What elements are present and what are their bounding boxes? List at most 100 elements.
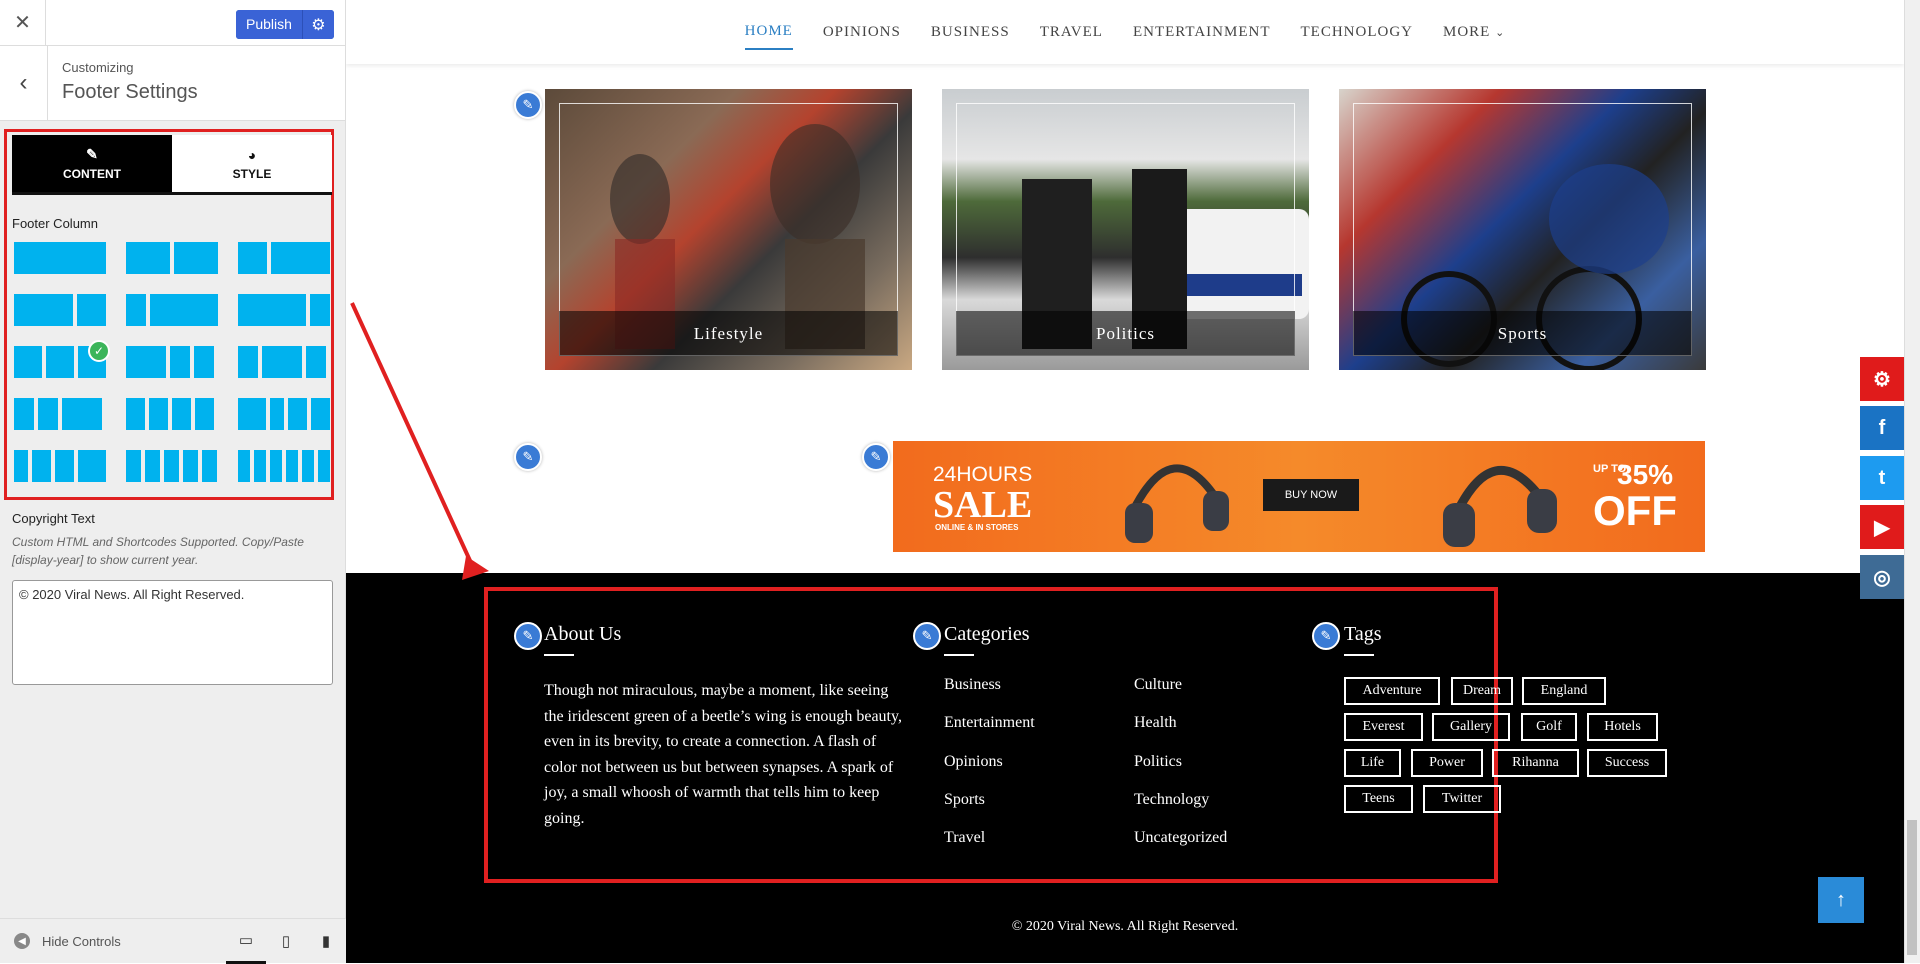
category-card-lifestyle[interactable]: Lifestyle xyxy=(545,89,912,370)
category-card-sports[interactable]: Sports xyxy=(1339,89,1706,370)
site-footer: ✎ About Us Though not miraculous, maybe … xyxy=(346,573,1904,963)
panel-title: Footer Settings xyxy=(62,81,198,104)
site-preview: HOME OPINIONS BUSINESS TRAVEL ENTERTAINM… xyxy=(346,0,1904,963)
youtube-icon[interactable]: ▶ xyxy=(1860,505,1904,549)
tag-link[interactable]: Golf xyxy=(1521,713,1577,741)
nav-entertainment[interactable]: ENTERTAINMENT xyxy=(1133,16,1271,49)
layout-option-2[interactable] xyxy=(124,240,220,276)
tag-link[interactable]: Life xyxy=(1344,749,1401,777)
edit-shortcut-icon[interactable]: ✎ xyxy=(1312,622,1340,650)
publish-label[interactable]: Publish xyxy=(236,10,302,39)
nav-business[interactable]: BUSINESS xyxy=(931,16,1010,49)
publish-button[interactable]: Publish ⚙ xyxy=(236,10,334,39)
about-text: Though not miraculous, maybe a moment, l… xyxy=(544,678,904,831)
layout-option-13[interactable] xyxy=(12,448,108,484)
footer-column-label: Footer Column xyxy=(12,216,98,231)
settings-icon[interactable]: ⚙ xyxy=(1860,357,1904,401)
layout-option-12[interactable] xyxy=(236,396,332,432)
layout-option-4[interactable] xyxy=(12,292,108,328)
edit-shortcut-icon[interactable]: ✎ xyxy=(862,443,890,471)
hide-controls-button[interactable]: ◀ Hide Controls xyxy=(0,933,226,949)
footer-category-link[interactable]: Uncategorized xyxy=(1134,829,1227,847)
mobile-preview-icon[interactable]: ▮ xyxy=(306,919,346,964)
tag-link[interactable]: Rihanna xyxy=(1492,749,1579,777)
layout-option-10[interactable] xyxy=(12,396,108,432)
close-icon[interactable]: ✕ xyxy=(0,0,46,46)
back-arrow-icon[interactable]: ‹ xyxy=(0,46,48,120)
layout-option-11[interactable] xyxy=(124,396,220,432)
customizer-topbar: ✕ Publish ⚙ xyxy=(0,0,345,46)
sale-banner-ad[interactable]: 24HOURS SALE ONLINE & IN STORES BUY NOW … xyxy=(893,441,1705,552)
nav-technology[interactable]: TECHNOLOGY xyxy=(1301,16,1414,49)
footer-category-link[interactable]: Sports xyxy=(944,791,985,809)
tab-style-label: STYLE xyxy=(233,167,272,181)
footer-category-link[interactable]: Health xyxy=(1134,714,1177,732)
tablet-preview-icon[interactable]: ▯ xyxy=(266,919,306,964)
category-label: Sports xyxy=(1353,311,1692,356)
layout-option-15[interactable] xyxy=(236,448,332,484)
about-title: About Us xyxy=(544,623,621,656)
panel-tabs: ✎ CONTENT ◕ STYLE xyxy=(12,135,332,195)
layout-option-14[interactable] xyxy=(124,448,220,484)
ad-line2: SALE xyxy=(933,483,1032,527)
tags-title: Tags xyxy=(1344,623,1381,656)
buy-now-button[interactable]: BUY NOW xyxy=(1263,479,1359,511)
copyright-help-text: Custom HTML and Shortcodes Supported. Co… xyxy=(12,533,322,569)
layout-option-8[interactable] xyxy=(124,344,220,380)
tag-link[interactable]: Gallery xyxy=(1432,713,1510,741)
tag-link[interactable]: Hotels xyxy=(1587,713,1658,741)
edit-shortcut-icon[interactable]: ✎ xyxy=(514,91,542,119)
layout-option-7-selected[interactable]: ✓ xyxy=(12,344,108,380)
tag-link[interactable]: Teens xyxy=(1344,785,1413,813)
nav-more[interactable]: MORE ⌄ xyxy=(1443,16,1505,49)
footer-category-link[interactable]: Travel xyxy=(944,829,985,847)
ad-off: OFF xyxy=(1593,487,1677,535)
tag-link[interactable]: Adventure xyxy=(1344,677,1440,705)
main-nav: HOME OPINIONS BUSINESS TRAVEL ENTERTAINM… xyxy=(346,0,1904,64)
layout-option-5[interactable] xyxy=(124,292,220,328)
layout-option-3[interactable] xyxy=(236,240,332,276)
footer-category-link[interactable]: Technology xyxy=(1134,791,1209,809)
edit-shortcut-icon[interactable]: ✎ xyxy=(514,443,542,471)
palette-icon: ◕ xyxy=(248,147,256,163)
footer-category-link[interactable]: Business xyxy=(944,676,1001,694)
tag-link[interactable]: Dream xyxy=(1451,677,1513,705)
tag-link[interactable]: Power xyxy=(1411,749,1483,777)
instagram-icon[interactable]: ◎ xyxy=(1860,555,1904,599)
copyright-textarea[interactable]: © 2020 Viral News. All Right Reserved. xyxy=(12,580,333,685)
publish-settings-icon[interactable]: ⚙ xyxy=(302,10,334,39)
headphones-image xyxy=(1423,441,1563,552)
tag-link[interactable]: Twitter xyxy=(1423,785,1501,813)
scrollbar-thumb[interactable] xyxy=(1907,820,1917,955)
categories-title: Categories xyxy=(944,623,1030,656)
twitter-icon[interactable]: t xyxy=(1860,456,1904,500)
footer-copyright: © 2020 Viral News. All Right Reserved. xyxy=(346,919,1904,935)
layout-option-1[interactable] xyxy=(12,240,108,276)
edit-shortcut-icon[interactable]: ✎ xyxy=(913,622,941,650)
crumb-customizing: Customizing xyxy=(62,60,198,75)
footer-category-link[interactable]: Entertainment xyxy=(944,714,1035,732)
footer-category-link[interactable]: Culture xyxy=(1134,676,1182,694)
breadcrumb: ‹ Customizing Footer Settings xyxy=(0,46,345,121)
layout-option-6[interactable] xyxy=(236,292,332,328)
tag-link[interactable]: England xyxy=(1522,677,1606,705)
nav-home[interactable]: HOME xyxy=(745,15,793,50)
nav-opinions[interactable]: OPINIONS xyxy=(823,16,901,49)
collapse-icon: ◀ xyxy=(14,933,30,949)
tab-content-label: CONTENT xyxy=(63,167,121,181)
tag-link[interactable]: Success xyxy=(1587,749,1667,777)
customizer-footer-bar: ◀ Hide Controls ▭ ▯ ▮ xyxy=(0,918,346,963)
footer-category-link[interactable]: Politics xyxy=(1134,753,1182,771)
footer-category-link[interactable]: Opinions xyxy=(944,753,1003,771)
scrollbar[interactable] xyxy=(1904,0,1920,963)
desktop-preview-icon[interactable]: ▭ xyxy=(226,919,266,964)
tab-style[interactable]: ◕ STYLE xyxy=(172,135,332,192)
tag-link[interactable]: Everest xyxy=(1344,713,1423,741)
nav-travel[interactable]: TRAVEL xyxy=(1040,16,1103,49)
layout-option-9[interactable] xyxy=(236,344,332,380)
category-card-politics[interactable]: Politics xyxy=(942,89,1309,370)
edit-shortcut-icon[interactable]: ✎ xyxy=(514,622,542,650)
back-to-top-button[interactable]: ↑ xyxy=(1818,877,1864,923)
facebook-icon[interactable]: f xyxy=(1860,406,1904,450)
tab-content[interactable]: ✎ CONTENT xyxy=(12,135,172,192)
